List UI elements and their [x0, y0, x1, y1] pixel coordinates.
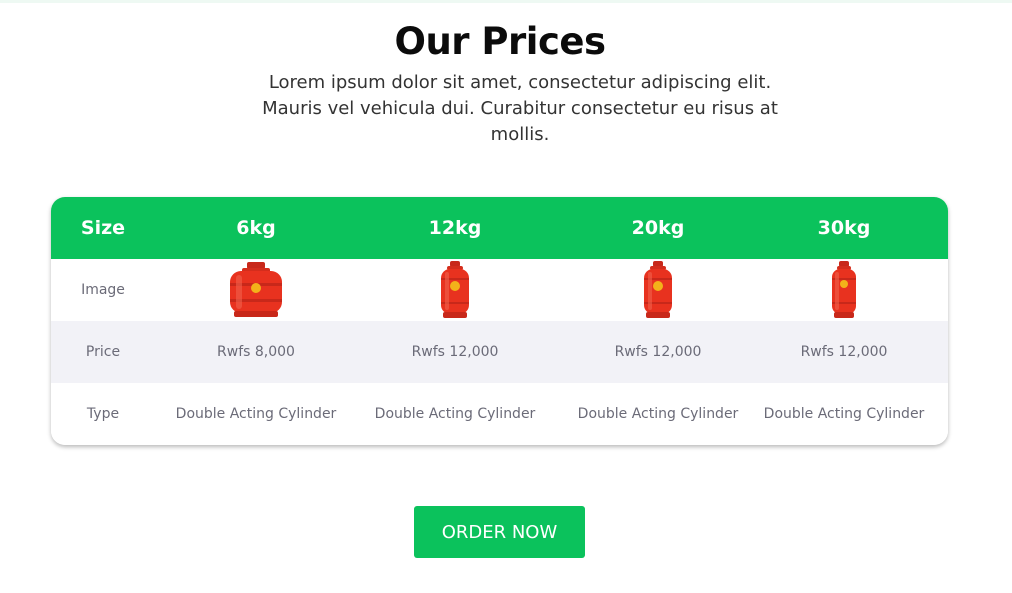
cylinder-image-12kg	[357, 259, 553, 321]
type-6kg: Double Acting Cylinder	[175, 406, 337, 422]
top-strip	[0, 0, 1012, 3]
gas-cylinder-icon	[230, 262, 282, 317]
price-table: Size 6kg 12kg 20kg 30kg Image Price Rwfs…	[51, 197, 948, 445]
gas-cylinder-icon	[441, 261, 469, 318]
pricing-page: Our Prices Lorem ipsum dolor sit amet, c…	[0, 0, 1012, 593]
table-row-image: Image	[51, 259, 948, 321]
price-20kg: Rwfs 12,000	[614, 344, 702, 360]
price-6kg: Rwfs 8,000	[217, 344, 295, 360]
header-cell-20kg: 20kg	[631, 217, 685, 239]
table-header-row: Size 6kg 12kg 20kg 30kg	[51, 197, 948, 259]
cylinder-image-6kg	[155, 259, 357, 321]
row-label-price: Price	[85, 344, 121, 360]
type-30kg: Double Acting Cylinder	[763, 406, 925, 422]
table-row-price: Price Rwfs 8,000 Rwfs 12,000 Rwfs 12,000…	[51, 321, 948, 383]
header-cell-6kg: 6kg	[236, 217, 276, 239]
price-30kg: Rwfs 12,000	[800, 344, 888, 360]
gas-cylinder-icon	[832, 261, 856, 318]
header-cell-12kg: 12kg	[428, 217, 482, 239]
cylinder-image-20kg	[553, 259, 763, 321]
type-12kg: Double Acting Cylinder	[374, 406, 536, 422]
table-row-type: Type Double Acting Cylinder Double Actin…	[51, 383, 948, 445]
row-label-image: Image	[81, 282, 125, 298]
section-description: Lorem ipsum dolor sit amet, consectetur …	[262, 72, 778, 145]
cylinder-image-30kg	[763, 259, 925, 321]
order-now-button[interactable]: ORDER NOW	[414, 506, 585, 558]
gas-cylinder-icon	[644, 261, 672, 318]
page-title: Our Prices	[394, 20, 606, 63]
price-12kg: Rwfs 12,000	[411, 344, 499, 360]
header-cell-size: Size	[80, 217, 126, 239]
type-20kg: Double Acting Cylinder	[577, 406, 739, 422]
header-cell-30kg: 30kg	[817, 217, 871, 239]
row-label-type: Type	[86, 406, 120, 422]
